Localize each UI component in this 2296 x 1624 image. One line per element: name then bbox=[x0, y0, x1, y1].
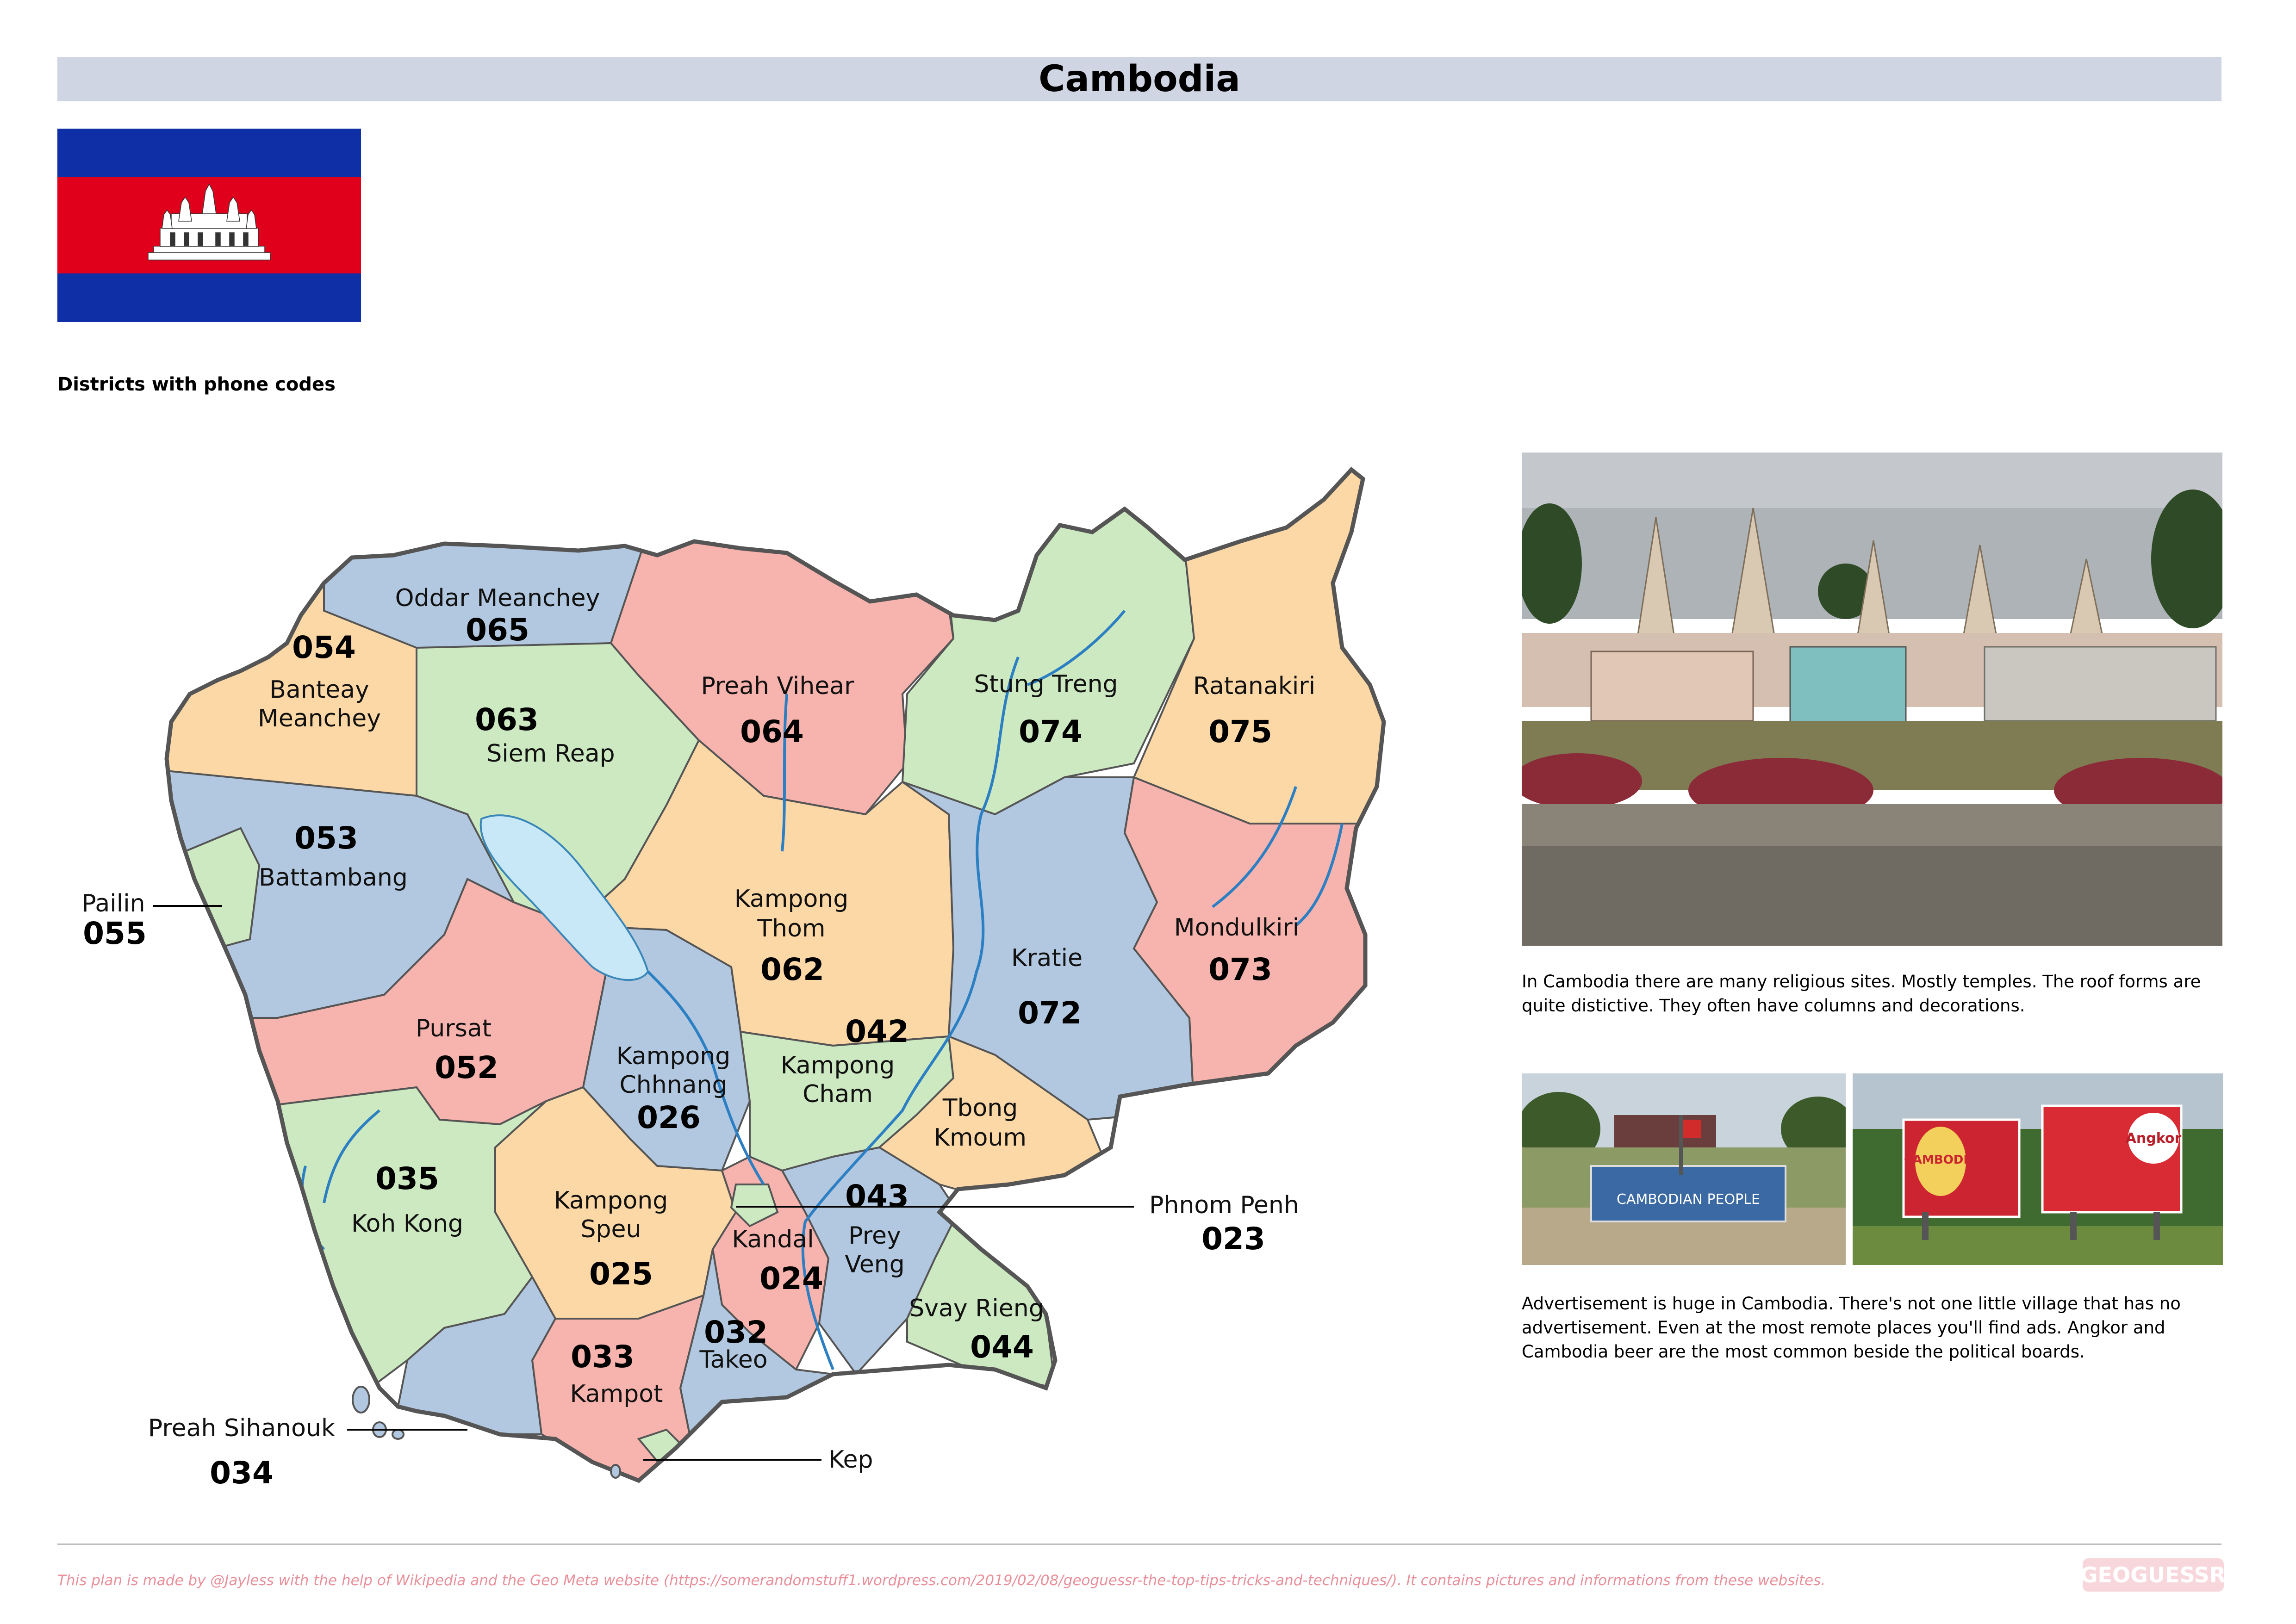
province-label: 042 bbox=[845, 1014, 909, 1049]
province-label: Siem Reap bbox=[486, 740, 615, 768]
province-label: Phnom Penh bbox=[1149, 1191, 1299, 1219]
province-label: Speu bbox=[581, 1215, 641, 1243]
province-label: Takeo bbox=[699, 1346, 767, 1374]
province-label: Banteay bbox=[269, 676, 369, 704]
province-label: 055 bbox=[83, 916, 147, 951]
province-label: Kmoum bbox=[934, 1124, 1027, 1152]
province-label: 032 bbox=[704, 1314, 768, 1350]
province-label: 053 bbox=[294, 820, 358, 856]
province-label: Kampong bbox=[554, 1187, 668, 1215]
province-label: Ratanakiri bbox=[1193, 672, 1315, 700]
province-label: 063 bbox=[475, 702, 539, 738]
province-label: 026 bbox=[637, 1100, 701, 1135]
geoguessr-logo: GEOGUESSR bbox=[2083, 1558, 2224, 1592]
province-label: Kampong bbox=[781, 1052, 895, 1079]
province-label: Kampot bbox=[570, 1380, 663, 1408]
sign-text: CAMBODIAN PEOPLE bbox=[1617, 1191, 1760, 1208]
province-label: Pailin bbox=[81, 890, 145, 917]
province-label: 034 bbox=[210, 1455, 274, 1491]
province-label: Preah Sihanouk bbox=[148, 1414, 335, 1442]
footer-credit: This plan is made by @Jayless with the h… bbox=[57, 1572, 1826, 1589]
province-label: 073 bbox=[1208, 952, 1272, 987]
province-label: Koh Kong bbox=[351, 1210, 463, 1238]
province-label: 072 bbox=[1018, 995, 1082, 1031]
province-label: 043 bbox=[845, 1178, 909, 1214]
cambodia-province-map: Oddar Meanchey 065 054 Banteay Meanchey 0… bbox=[81, 466, 1386, 1491]
ads-caption: Advertisement is huge in Cambodia. There… bbox=[1522, 1294, 2181, 1362]
province-label: 035 bbox=[375, 1161, 439, 1196]
province-label: Veng bbox=[845, 1251, 905, 1278]
title-bar: Cambodia bbox=[57, 57, 2221, 101]
province-label: Prey bbox=[848, 1222, 901, 1250]
province-label: 075 bbox=[1208, 714, 1272, 750]
cambodia-flag bbox=[57, 129, 361, 322]
province-label: 025 bbox=[589, 1256, 653, 1292]
temple-caption: In Cambodia there are many religious sit… bbox=[1522, 972, 2201, 1016]
footer-divider bbox=[57, 1543, 2221, 1545]
cambodian-people-sign-photo: CAMBODIAN PEOPLE bbox=[1522, 1073, 1846, 1265]
temple-photo bbox=[1522, 452, 2222, 946]
province-label: Preah Vihear bbox=[701, 672, 854, 700]
province-label: 033 bbox=[571, 1339, 635, 1375]
province-label: 074 bbox=[1019, 714, 1083, 750]
map-subtitle: Districts with phone codes bbox=[57, 374, 336, 395]
province-label: 024 bbox=[759, 1261, 823, 1296]
province-label: Mondulkiri bbox=[1174, 914, 1299, 942]
province-label: Meanchey bbox=[258, 705, 381, 732]
province-label: 064 bbox=[740, 714, 804, 750]
province-label: 062 bbox=[760, 952, 824, 987]
province-label: Cham bbox=[803, 1080, 873, 1108]
province-label: Tbong bbox=[942, 1094, 1018, 1122]
province-label: Pursat bbox=[416, 1015, 492, 1042]
page-title: Cambodia bbox=[1039, 58, 1240, 100]
province-label: Stung Treng bbox=[974, 670, 1118, 698]
province-label: 044 bbox=[970, 1329, 1034, 1365]
brand-2-text: Angkor bbox=[2126, 1130, 2182, 1147]
province-label: Thom bbox=[757, 915, 825, 942]
province-label: Chhnang bbox=[619, 1071, 727, 1099]
province-label: 054 bbox=[292, 630, 356, 665]
brand-1-text: CAMBODIA bbox=[1904, 1153, 1977, 1167]
province-label: Kampong bbox=[734, 885, 849, 913]
province-label: Kratie bbox=[1011, 944, 1083, 972]
province-label: Battambang bbox=[259, 864, 408, 892]
beer-billboards-photo: CAMBODIA Angkor bbox=[1853, 1073, 2223, 1265]
province-label: Kandal bbox=[732, 1226, 814, 1253]
province-label: Svay Rieng bbox=[909, 1295, 1044, 1322]
province-label: Kep bbox=[828, 1446, 873, 1474]
province-label: 052 bbox=[435, 1050, 498, 1085]
province-label: 023 bbox=[1201, 1221, 1265, 1257]
svg-text:GEOGUESSR: GEOGUESSR bbox=[2083, 1562, 2224, 1587]
province-label: Kampong bbox=[616, 1042, 731, 1070]
